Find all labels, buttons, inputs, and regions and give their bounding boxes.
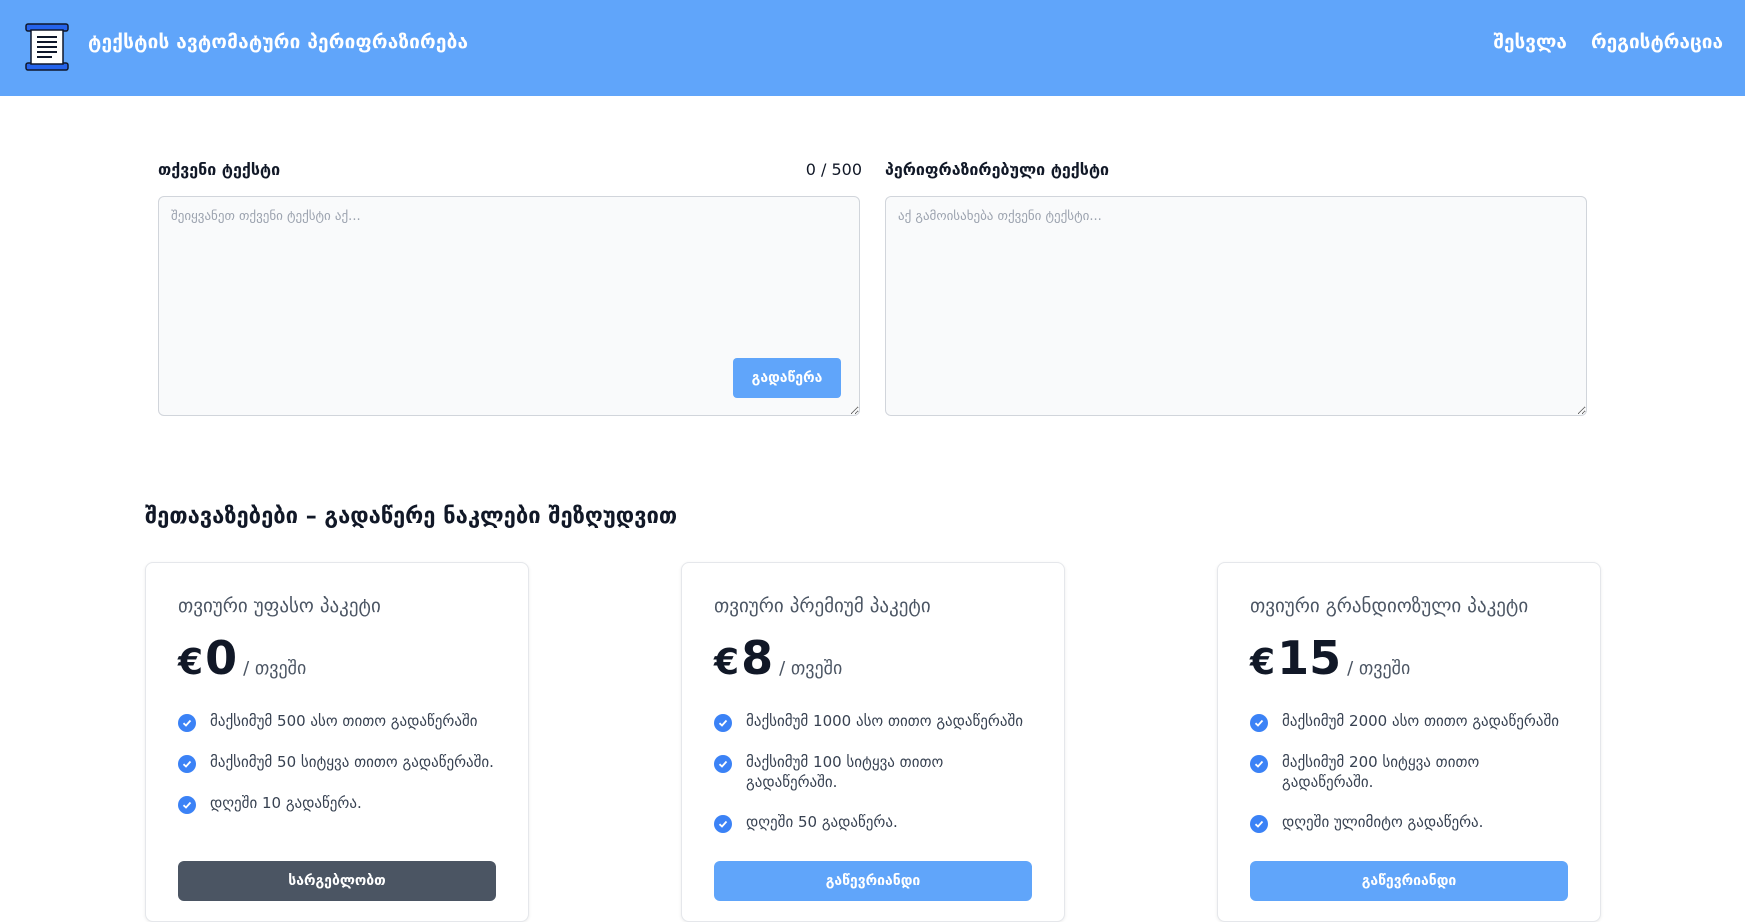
feature-list: მაქსიმუმ 1000 ასო თითო გადაწერაში მაქსიმ… [714,711,1034,853]
plan-price: € 8 / თვეში [714,631,842,685]
check-circle-icon [178,796,196,814]
check-circle-icon [714,815,732,833]
feature-text: დღეში ულიმიტო გადაწერა. [1282,813,1484,831]
join-premium-button[interactable]: გაწევრიანდი [714,861,1032,901]
check-circle-icon [714,755,732,773]
plan-card-grand: თვიური გრანდიოზული პაკეტი € 15 / თვეში მ… [1217,562,1601,922]
currency-symbol: € [178,642,204,683]
register-link[interactable]: რეგისტრაცია [1591,31,1723,53]
price-period: / თვეში [243,658,307,679]
join-grand-button[interactable]: გაწევრიანდი [1250,861,1568,901]
plan-name: თვიური პრემიუმ პაკეტი [714,595,931,617]
feature-text: დღეში 50 გადაწერა. [746,813,898,831]
plan-card-free: თვიური უფასო პაკეტი € 0 / თვეში მაქსიმუმ… [145,562,529,922]
feature-item: მაქსიმუმ 50 სიტყვა თითო გადაწერაში. [178,752,498,773]
currency-symbol: € [1250,642,1276,683]
plan-card-premium: თვიური პრემიუმ პაკეტი € 8 / თვეში მაქსიმ… [681,562,1065,922]
price-amount: 8 [741,631,774,685]
output-label: პერიფრაზირებული ტექსტი [885,160,1110,179]
price-period: / თვეში [779,658,843,679]
feature-item: მაქსიმუმ 500 ასო თითო გადაწერაში [178,711,498,732]
feature-list: მაქსიმუმ 2000 ასო თითო გადაწერაში მაქსიმ… [1250,711,1570,853]
scroll-document-icon[interactable] [22,22,72,72]
check-circle-icon [178,755,196,773]
feature-item: დღეში ულიმიტო გადაწერა. [1250,812,1570,833]
plan-price: € 0 / თვეში [178,631,306,685]
pricing-section-title: შეთავაზებები – გადაწერე ნაკლები შეზღუდვი… [145,504,678,529]
price-amount: 15 [1277,631,1342,685]
check-circle-icon [1250,714,1268,732]
check-circle-icon [178,714,196,732]
top-header: ტექსტის ავტომატური პერიფრაზირება შესვლა … [0,0,1745,96]
plan-name: თვიური გრანდიოზული პაკეტი [1250,595,1529,617]
feature-item: მაქსიმუმ 200 სიტყვა თითო გადაწერაში. [1250,752,1570,792]
feature-text: მაქსიმუმ 100 სიტყვა თითო გადაწერაში. [746,753,944,791]
feature-text: მაქსიმუმ 2000 ასო თითო გადაწერაში [1282,712,1560,730]
feature-item: მაქსიმუმ 1000 ასო თითო გადაწერაში [714,711,1034,732]
character-counter: 0 / 500 [805,160,862,179]
feature-item: მაქსიმუმ 100 სიტყვა თითო გადაწერაში. [714,752,1034,792]
price-period: / თვეში [1347,658,1411,679]
use-free-plan-button[interactable]: სარგებლობთ [178,861,496,901]
feature-text: დღეში 10 გადაწერა. [210,794,362,812]
currency-symbol: € [714,642,740,683]
feature-text: მაქსიმუმ 500 ასო თითო გადაწერაში [210,712,478,730]
feature-text: მაქსიმუმ 1000 ასო თითო გადაწერაში [746,712,1024,730]
app-title: ტექსტის ავტომატური პერიფრაზირება [88,31,469,53]
price-amount: 0 [205,631,238,685]
feature-item: დღეში 50 გადაწერა. [714,812,1034,833]
top-nav: შესვლა რეგისტრაცია [1493,31,1723,53]
check-circle-icon [714,714,732,732]
feature-item: მაქსიმუმ 2000 ასო თითო გადაწერაში [1250,711,1570,732]
feature-list: მაქსიმუმ 500 ასო თითო გადაწერაში მაქსიმუ… [178,711,498,834]
rewrite-button[interactable]: გადაწერა [733,358,841,398]
input-label: თქვენი ტექსტი [158,160,281,179]
plan-name: თვიური უფასო პაკეტი [178,595,381,617]
login-link[interactable]: შესვლა [1493,31,1567,53]
output-textarea[interactable] [885,196,1587,416]
feature-text: მაქსიმუმ 200 სიტყვა თითო გადაწერაში. [1282,753,1480,791]
check-circle-icon [1250,755,1268,773]
feature-item: დღეში 10 გადაწერა. [178,793,498,814]
plan-price: € 15 / თვეში [1250,631,1410,685]
check-circle-icon [1250,815,1268,833]
feature-text: მაქსიმუმ 50 სიტყვა თითო გადაწერაში. [210,753,494,771]
